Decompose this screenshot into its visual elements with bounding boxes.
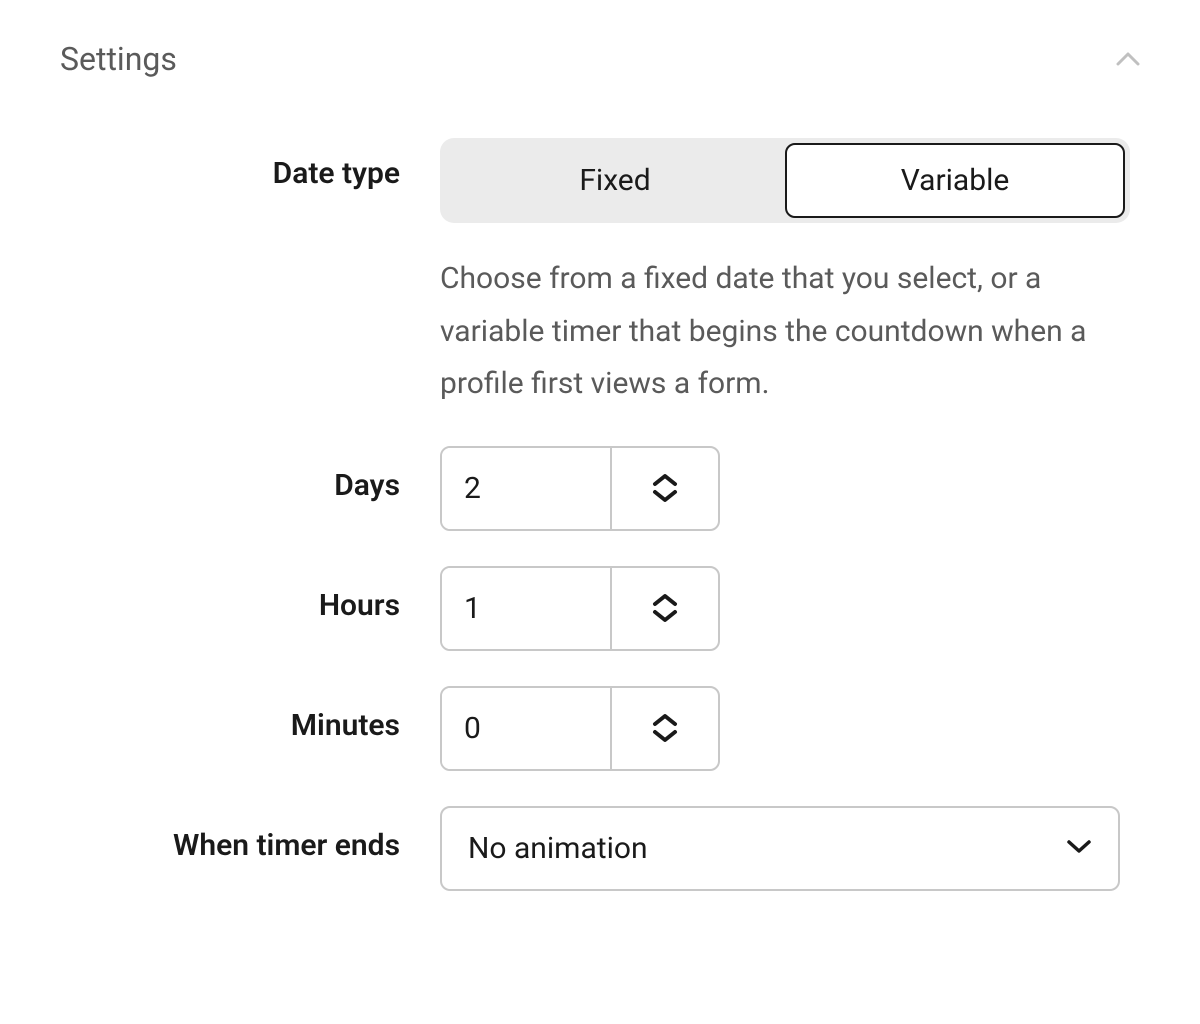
when-timer-ends-select[interactable]: No animation	[440, 806, 1120, 891]
minutes-stepper[interactable]	[610, 688, 718, 769]
days-input[interactable]	[442, 448, 610, 529]
hours-row: Hours	[60, 566, 1140, 651]
date-type-control: Fixed Variable Choose from a fixed date …	[440, 138, 1140, 411]
hours-stepper-up-icon[interactable]	[651, 592, 679, 608]
date-type-fixed-option[interactable]: Fixed	[445, 143, 785, 218]
days-label: Days	[60, 446, 440, 503]
when-timer-ends-label: When timer ends	[60, 806, 440, 863]
date-type-help-text: Choose from a fixed date that you select…	[440, 253, 1120, 411]
days-stepper-up-icon[interactable]	[651, 472, 679, 488]
minutes-label: Minutes	[60, 686, 440, 743]
minutes-input[interactable]	[442, 688, 610, 769]
when-timer-ends-value: No animation	[468, 831, 1066, 866]
days-stepper[interactable]	[610, 448, 718, 529]
minutes-row: Minutes	[60, 686, 1140, 771]
chevron-up-icon[interactable]	[1116, 47, 1140, 71]
settings-header[interactable]: Settings	[60, 40, 1140, 78]
date-type-label: Date type	[60, 138, 440, 191]
hours-stepper[interactable]	[610, 568, 718, 649]
hours-input-wrapper	[440, 566, 720, 651]
days-row: Days	[60, 446, 1140, 531]
date-type-row: Date type Fixed Variable Choose from a f…	[60, 138, 1140, 411]
when-timer-ends-control: No animation	[440, 806, 1140, 891]
hours-control	[440, 566, 1140, 651]
minutes-input-wrapper	[440, 686, 720, 771]
when-timer-ends-row: When timer ends No animation	[60, 806, 1140, 891]
hours-stepper-down-icon[interactable]	[651, 608, 679, 624]
date-type-segmented-control: Fixed Variable	[440, 138, 1130, 223]
hours-input[interactable]	[442, 568, 610, 649]
days-input-wrapper	[440, 446, 720, 531]
chevron-down-icon	[1066, 838, 1092, 858]
minutes-stepper-down-icon[interactable]	[651, 728, 679, 744]
date-type-variable-option[interactable]: Variable	[785, 143, 1125, 218]
minutes-control	[440, 686, 1140, 771]
minutes-stepper-up-icon[interactable]	[651, 712, 679, 728]
settings-title: Settings	[60, 40, 177, 78]
days-control	[440, 446, 1140, 531]
days-stepper-down-icon[interactable]	[651, 488, 679, 504]
hours-label: Hours	[60, 566, 440, 623]
